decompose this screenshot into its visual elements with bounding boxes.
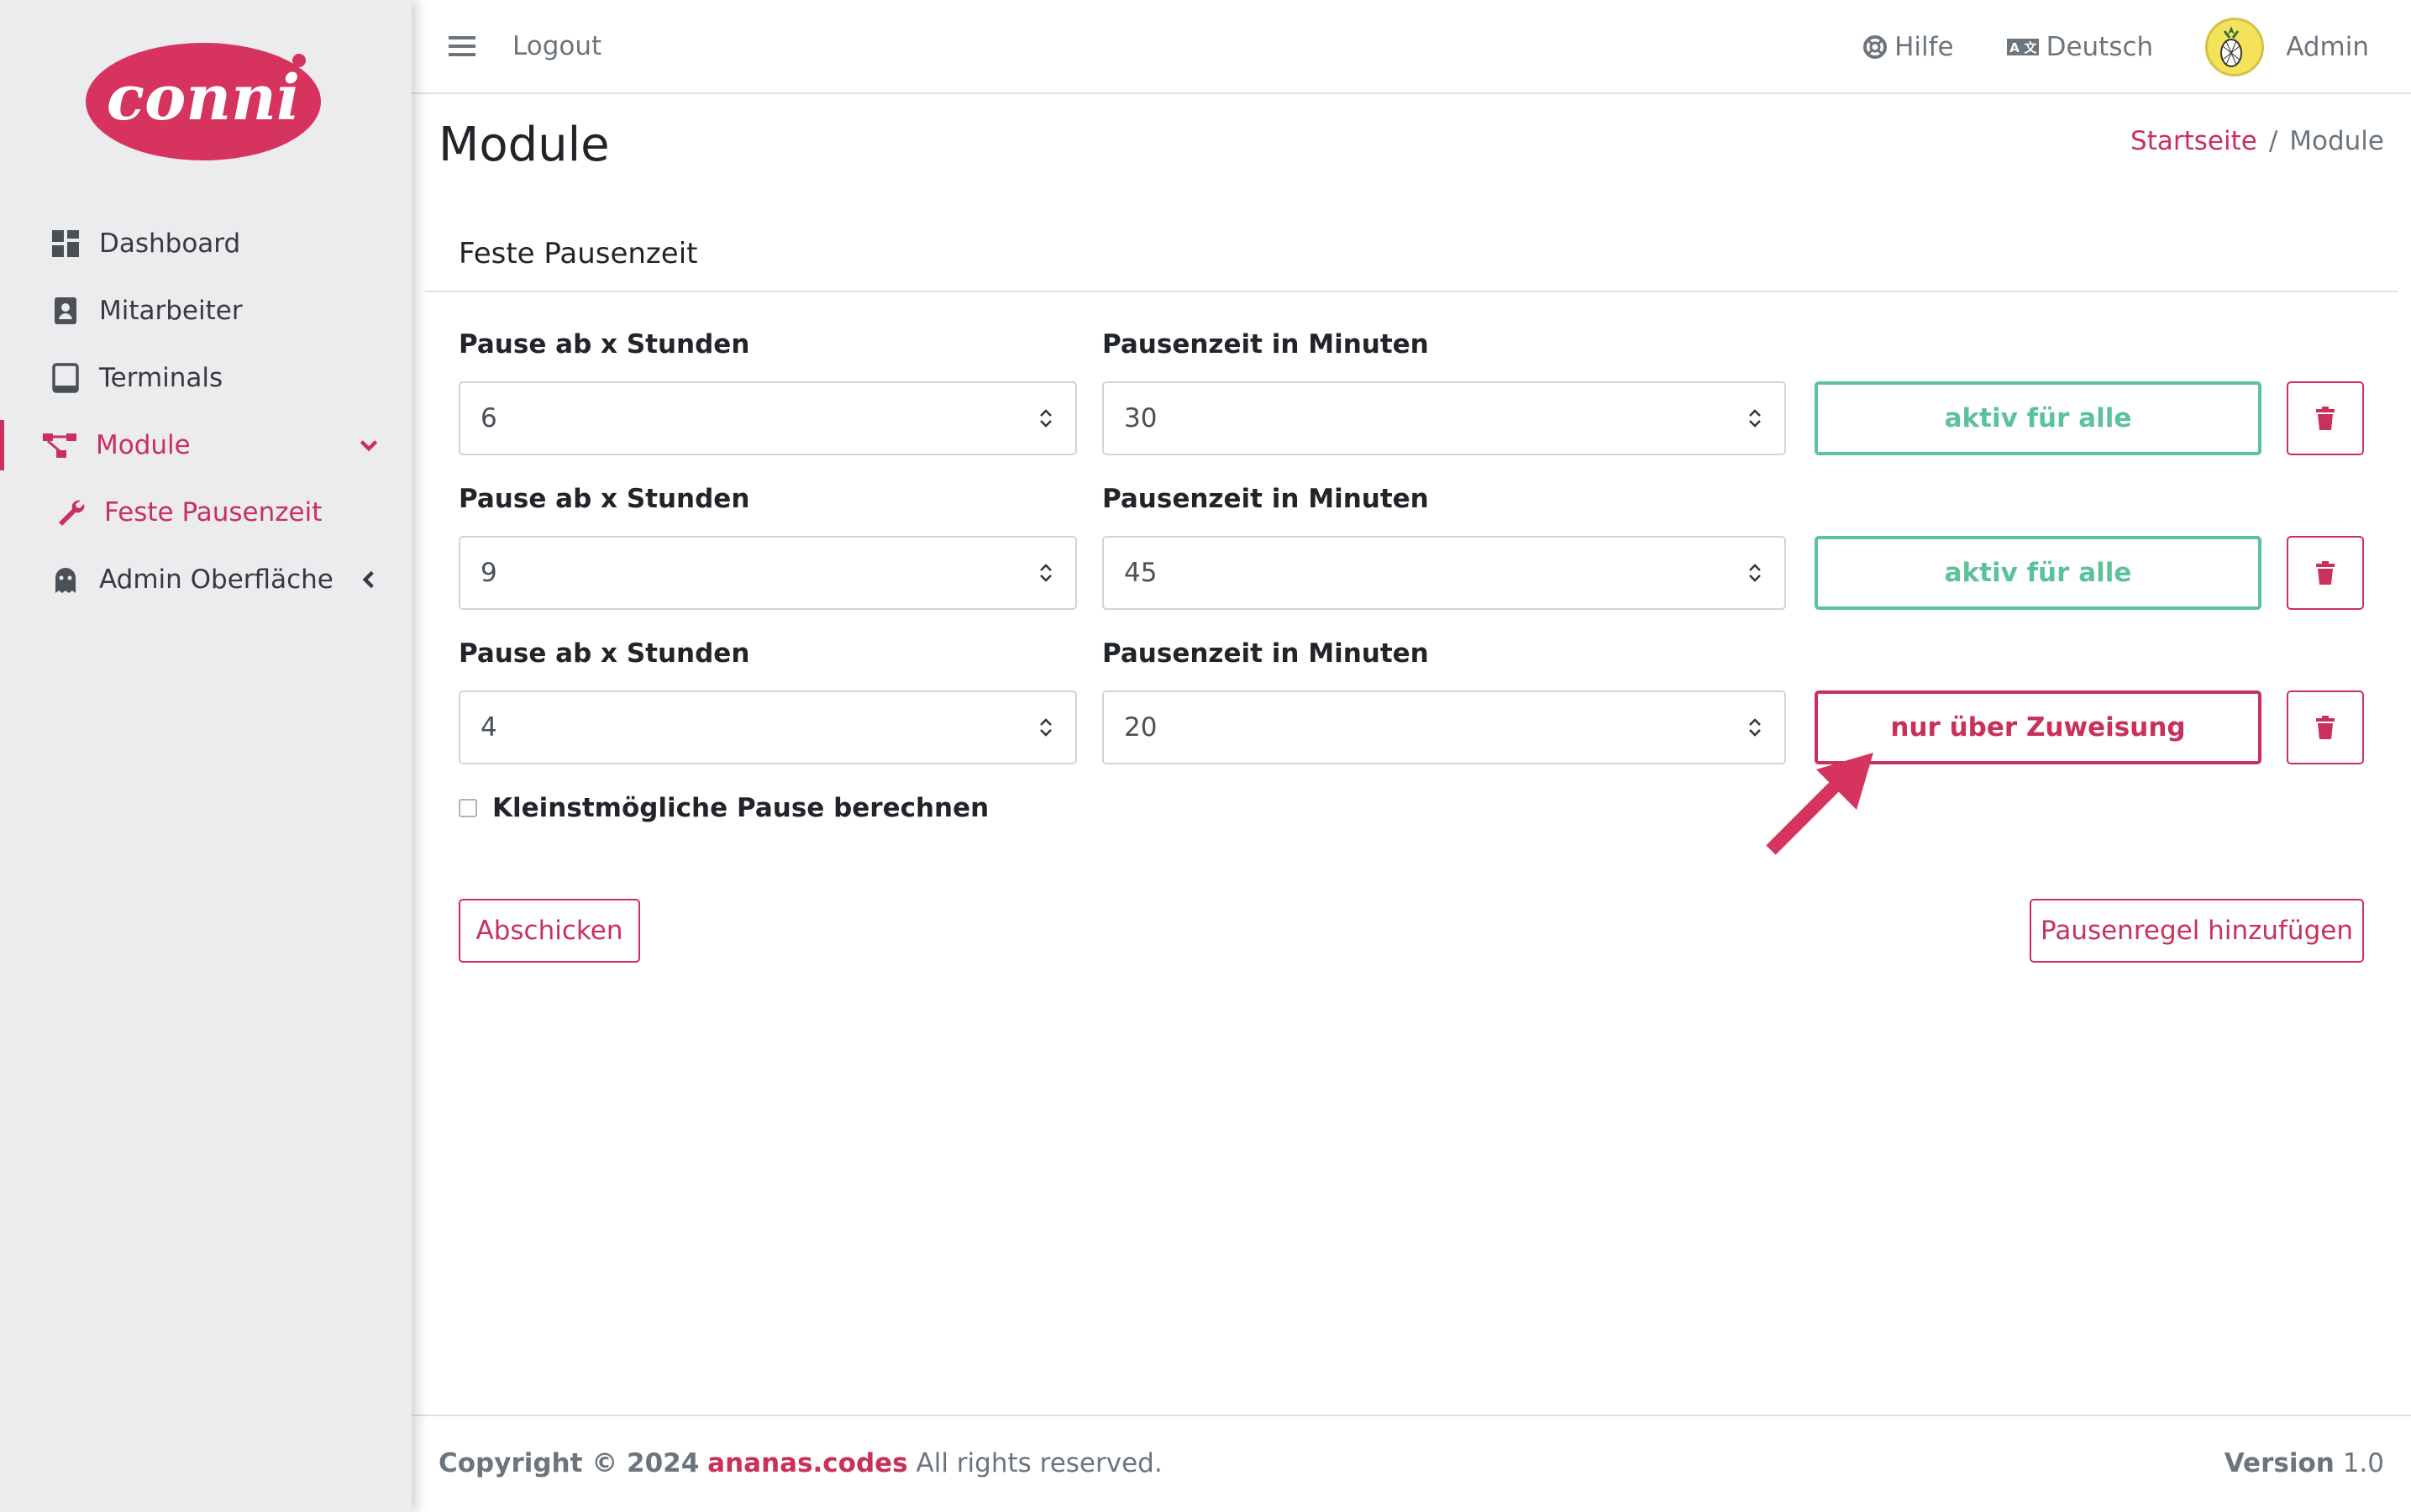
logout-link[interactable]: Logout (512, 31, 601, 61)
sidebar-item-label: Dashboard (99, 228, 241, 259)
minutes-value: 30 (1124, 403, 1158, 433)
language-label: Deutsch (2046, 32, 2154, 62)
breadcrumb: Startseite / Module (2130, 126, 2384, 156)
hours-value: 4 (481, 712, 497, 743)
trash-icon (2316, 561, 2335, 585)
version-value: 1.0 (2342, 1448, 2384, 1478)
help-label: Hilfe (1894, 32, 1954, 62)
status-button-active-all[interactable]: aktiv für alle (1815, 536, 2261, 610)
number-spinner-icon[interactable] (1037, 559, 1055, 586)
hours-input[interactable]: 4 (459, 690, 1077, 764)
user-menu[interactable]: Admin (2205, 18, 2369, 76)
chevron-left-icon (362, 570, 374, 589)
svg-text:A: A (2009, 40, 2020, 55)
breadcrumb-separator: / (2268, 126, 2278, 156)
topbar: Logout Hilfe A文 Deutsch Admin (412, 0, 2411, 94)
hours-input[interactable]: 9 (459, 536, 1077, 610)
sidebar-item-label: Terminals (99, 363, 223, 393)
logo-text: conni (107, 62, 300, 134)
wrench-icon (54, 496, 87, 529)
dashboard-grid-icon (49, 227, 82, 260)
hours-label: Pause ab x Stunden (459, 638, 750, 669)
smallest-pause-checkbox[interactable] (459, 799, 477, 817)
card-title: Feste Pausenzeit (425, 208, 2398, 292)
sidebar-nav: Dashboard Mitarbeiter Terminals Module F… (0, 210, 412, 613)
add-pause-rule-button[interactable]: Pausenregel hinzufügen (2030, 899, 2364, 963)
hours-label: Pause ab x Stunden (459, 329, 750, 360)
breadcrumb-current: Module (2289, 126, 2384, 156)
conni-logo[interactable]: conni (84, 42, 323, 161)
smallest-pause-checkbox-row: Kleinstmögliche Pause berechnen (459, 793, 989, 823)
avatar (2205, 18, 2265, 76)
minutes-input[interactable]: 30 (1102, 381, 1786, 455)
help-link[interactable]: Hilfe (1862, 32, 1954, 62)
number-spinner-icon[interactable] (1037, 405, 1055, 432)
sidebar-item-label: Module (96, 430, 191, 460)
version-label: Version (2224, 1448, 2335, 1478)
copyright-prefix: Copyright © 2024 (439, 1448, 700, 1478)
chevron-down-icon (360, 440, 378, 452)
minutes-value: 45 (1124, 558, 1158, 588)
delete-rule-button[interactable] (2287, 690, 2364, 764)
ghost-icon (49, 563, 82, 596)
hours-label: Pause ab x Stunden (459, 484, 750, 514)
rights-text: All rights reserved. (916, 1448, 1163, 1478)
submit-button[interactable]: Abschicken (459, 899, 640, 963)
language-icon: A文 (2006, 39, 2039, 55)
lifebuoy-icon (1863, 35, 1888, 59)
status-button-active-all[interactable]: aktiv für alle (1815, 381, 2261, 455)
tablet-icon (49, 361, 82, 395)
minutes-label: Pausenzeit in Minuten (1102, 484, 1429, 514)
copyright: Copyright © 2024 ananas.codes All rights… (439, 1448, 1163, 1478)
minutes-value: 20 (1124, 712, 1158, 743)
pineapple-icon (2220, 26, 2243, 67)
hours-value: 9 (481, 558, 497, 588)
sidebar-item-module[interactable]: Module (0, 412, 412, 479)
sidebar-item-feste-pausenzeit[interactable]: Feste Pausenzeit (0, 479, 412, 546)
minutes-label: Pausenzeit in Minuten (1102, 638, 1429, 669)
minutes-input[interactable]: 45 (1102, 536, 1786, 610)
trash-icon (2316, 716, 2335, 739)
trash-icon (2316, 407, 2335, 430)
user-label: Admin (2286, 32, 2369, 62)
sidebar: conni Dashboard Mitarbeiter Terminals Mo… (0, 0, 412, 1512)
number-spinner-icon[interactable] (1746, 714, 1764, 741)
sidebar-item-mitarbeiter[interactable]: Mitarbeiter (0, 277, 412, 344)
footer: Copyright © 2024 ananas.codes All rights… (412, 1415, 2411, 1512)
number-spinner-icon[interactable] (1746, 559, 1764, 586)
sidebar-item-terminals[interactable]: Terminals (0, 344, 412, 412)
minutes-label: Pausenzeit in Minuten (1102, 329, 1429, 360)
delete-rule-button[interactable] (2287, 536, 2364, 610)
page-title: Module (439, 118, 610, 172)
sidebar-item-dashboard[interactable]: Dashboard (0, 210, 412, 277)
sidebar-item-admin-oberflaeche[interactable]: Admin Oberfläche (0, 546, 412, 613)
sidebar-item-label: Admin Oberfläche (99, 564, 334, 595)
contact-card-icon (49, 294, 82, 328)
sidebar-item-label: Feste Pausenzeit (104, 497, 323, 528)
topbar-right: Hilfe A文 Deutsch Admin (1810, 0, 2369, 94)
breadcrumb-home-link[interactable]: Startseite (2130, 126, 2257, 156)
sidebar-item-label: Mitarbeiter (99, 296, 243, 326)
minutes-input[interactable]: 20 (1102, 690, 1786, 764)
number-spinner-icon[interactable] (1746, 405, 1764, 432)
hours-input[interactable]: 6 (459, 381, 1077, 455)
language-switch[interactable]: A文 Deutsch (2006, 32, 2154, 62)
delete-rule-button[interactable] (2287, 381, 2364, 455)
sitemap-icon (40, 428, 79, 462)
hours-value: 6 (481, 403, 497, 433)
hamburger-menu-icon[interactable] (449, 34, 475, 58)
smallest-pause-label[interactable]: Kleinstmögliche Pause berechnen (492, 793, 989, 823)
version: Version 1.0 (2225, 1448, 2384, 1478)
company-link[interactable]: ananas.codes (707, 1448, 907, 1478)
annotation-arrow-icon (1766, 753, 1873, 855)
number-spinner-icon[interactable] (1037, 714, 1055, 741)
svg-text:文: 文 (2024, 40, 2037, 55)
